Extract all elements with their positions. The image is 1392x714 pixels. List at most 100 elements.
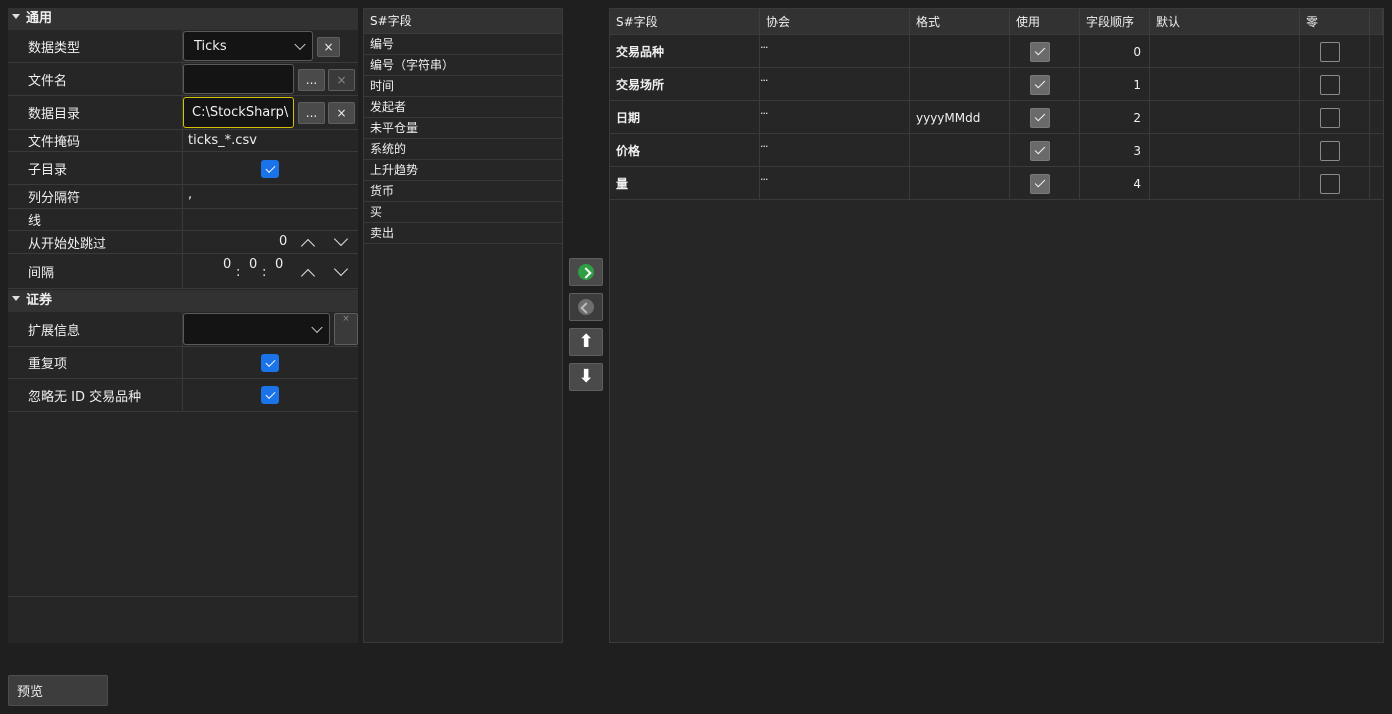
zero-checkbox[interactable] xyxy=(1320,41,1340,62)
list-item[interactable]: 货币 xyxy=(364,181,562,202)
cell-assoc[interactable]: ... xyxy=(760,167,910,200)
cell-assoc[interactable]: ... xyxy=(760,68,910,101)
cell-format[interactable] xyxy=(910,167,1010,200)
add-field-button[interactable] xyxy=(569,258,603,286)
use-checkbox[interactable] xyxy=(1030,74,1050,95)
list-item[interactable]: 卖出 xyxy=(364,223,562,244)
interval-hours[interactable]: 0 xyxy=(223,257,231,272)
cell-assoc-dots[interactable]: ... xyxy=(760,170,768,183)
skip-down-icon[interactable] xyxy=(333,231,349,247)
collapse-triangle-icon[interactable] xyxy=(12,296,20,301)
row-duplicates: 重复项 xyxy=(8,347,358,379)
file-name-browse-button[interactable]: ... xyxy=(298,69,325,91)
file-name-clear-button[interactable]: × xyxy=(328,69,355,91)
ignore-checkbox[interactable] xyxy=(261,386,279,404)
cell-format[interactable] xyxy=(910,35,1010,68)
move-up-button[interactable]: ⬆ xyxy=(569,328,603,356)
col-header-order[interactable]: 字段顺序 xyxy=(1080,9,1150,35)
data-type-combo[interactable]: Ticks xyxy=(183,31,313,61)
interval-minutes[interactable]: 0 xyxy=(249,257,257,272)
section-security-header[interactable]: 证券 xyxy=(8,290,358,312)
cell-order[interactable]: 2 xyxy=(1080,101,1150,134)
data-type-clear-button[interactable]: × xyxy=(317,37,340,57)
cell-default[interactable] xyxy=(1150,35,1300,68)
table-row[interactable]: 交易场所 ... 1 xyxy=(610,68,1383,101)
zero-checkbox[interactable] xyxy=(1320,173,1340,194)
cell-assoc-dots[interactable]: ... xyxy=(760,71,768,84)
col-header-default[interactable]: 默认 xyxy=(1150,9,1300,35)
use-checkbox[interactable] xyxy=(1030,173,1050,194)
file-name-input[interactable] xyxy=(183,64,294,94)
cell-format[interactable] xyxy=(910,68,1010,101)
table-row[interactable]: 量 ... 4 xyxy=(610,167,1383,200)
col-header-field[interactable]: S#字段 xyxy=(610,9,760,35)
cell-order[interactable]: 3 xyxy=(1080,134,1150,167)
zero-checkbox[interactable] xyxy=(1320,74,1340,95)
list-item[interactable]: 买 xyxy=(364,202,562,223)
list-item[interactable]: 时间 xyxy=(364,76,562,97)
move-down-button[interactable]: ⬇ xyxy=(569,363,603,391)
cell-use xyxy=(1010,35,1080,68)
col-header-zero[interactable]: 零 xyxy=(1300,9,1370,35)
cell-use xyxy=(1010,167,1080,200)
cell-format[interactable] xyxy=(910,134,1010,167)
file-mask-input[interactable]: ticks_*.csv xyxy=(188,133,257,148)
data-dir-input[interactable]: C:\StockSharp\ xyxy=(183,97,294,128)
cell-assoc[interactable]: ... xyxy=(760,134,910,167)
skip-up-icon[interactable] xyxy=(300,238,316,254)
row-data-type: 数据类型 Ticks × xyxy=(8,30,358,63)
preview-button[interactable]: 预览 xyxy=(8,675,108,706)
cell-field: 交易场所 xyxy=(610,68,760,101)
data-dir-browse-button[interactable]: ... xyxy=(298,102,325,124)
use-checkbox[interactable] xyxy=(1030,140,1050,161)
interval-up-icon[interactable] xyxy=(300,268,316,284)
ext-info-label: 扩展信息 xyxy=(28,323,81,339)
list-item[interactable]: 系统的 xyxy=(364,139,562,160)
col-header-format[interactable]: 格式 xyxy=(910,9,1010,35)
cell-format[interactable]: yyyyMMdd xyxy=(910,101,1010,134)
use-checkbox[interactable] xyxy=(1030,107,1050,128)
interval-down-icon[interactable] xyxy=(333,261,349,277)
zero-checkbox[interactable] xyxy=(1320,107,1340,128)
table-row[interactable]: 日期 ... yyyyMMdd 2 xyxy=(610,101,1383,134)
cell-default[interactable] xyxy=(1150,101,1300,134)
skip-value[interactable]: 0 xyxy=(279,234,287,249)
table-row[interactable]: 交易品种 ... 0 xyxy=(610,35,1383,68)
col-sep-input[interactable]: , xyxy=(188,187,192,202)
cell-assoc[interactable]: ... xyxy=(760,35,910,68)
cell-order[interactable]: 4 xyxy=(1080,167,1150,200)
ext-info-combo[interactable] xyxy=(183,313,330,345)
interval-seconds[interactable]: 0 xyxy=(275,257,283,272)
cell-order[interactable]: 1 xyxy=(1080,68,1150,101)
cell-use xyxy=(1010,134,1080,167)
use-checkbox[interactable] xyxy=(1030,41,1050,62)
col-header-assoc[interactable]: 协会 xyxy=(760,9,910,35)
dup-checkbox[interactable] xyxy=(261,354,279,372)
list-item[interactable]: 编号（字符串） xyxy=(364,55,562,76)
property-grid: 通用 数据类型 Ticks × 文件名 ... × 数据目录 C:\StockS… xyxy=(8,8,358,643)
list-item[interactable]: 发起者 xyxy=(364,97,562,118)
col-header-use[interactable]: 使用 xyxy=(1010,9,1080,35)
cell-assoc[interactable]: ... xyxy=(760,101,910,134)
list-item[interactable]: 上升趋势 xyxy=(364,160,562,181)
field-mapping-table: S#字段 协会 格式 使用 字段顺序 默认 零 交易品种 ... 0 交易场所 … xyxy=(609,8,1384,643)
remove-field-button[interactable] xyxy=(569,293,603,321)
list-item[interactable]: 编号 xyxy=(364,34,562,55)
subdir-checkbox[interactable] xyxy=(261,160,279,178)
chevron-down-icon xyxy=(294,38,306,51)
list-item[interactable]: 未平仓量 xyxy=(364,118,562,139)
section-general-header[interactable]: 通用 xyxy=(8,8,358,30)
ext-info-clear-button[interactable]: × xyxy=(334,313,358,345)
zero-checkbox[interactable] xyxy=(1320,140,1340,161)
data-dir-clear-button[interactable]: × xyxy=(328,102,355,124)
cell-default[interactable] xyxy=(1150,167,1300,200)
cell-zero xyxy=(1300,134,1370,167)
cell-default[interactable] xyxy=(1150,68,1300,101)
cell-order[interactable]: 0 xyxy=(1080,35,1150,68)
cell-default[interactable] xyxy=(1150,134,1300,167)
table-row[interactable]: 价格 ... 3 xyxy=(610,134,1383,167)
cell-assoc-dots[interactable]: ... xyxy=(760,137,768,150)
cell-assoc-dots[interactable]: ... xyxy=(760,104,768,117)
cell-assoc-dots[interactable]: ... xyxy=(760,38,768,51)
collapse-triangle-icon[interactable] xyxy=(12,14,20,19)
